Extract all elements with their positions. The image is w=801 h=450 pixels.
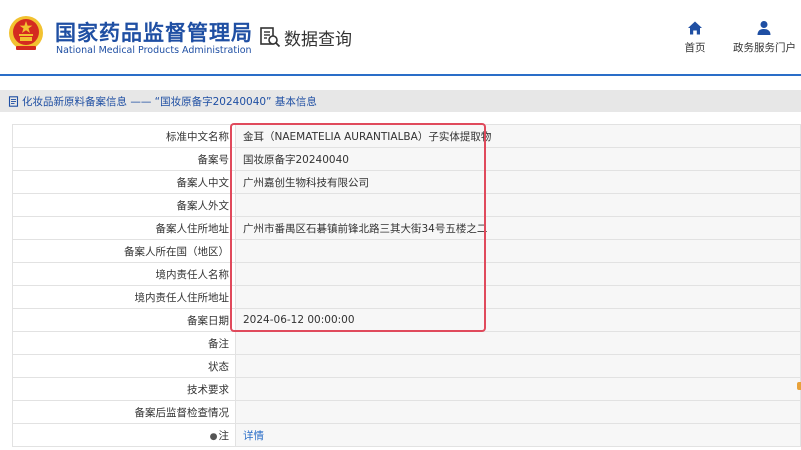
row-label: 境内责任人名称 — [12, 262, 236, 286]
page-title: 化妆品新原料备案信息 —— “国妆原备字20240040” 基本信息 — [22, 95, 317, 108]
national-emblem-icon — [9, 16, 43, 50]
document-icon — [8, 95, 19, 107]
org-name-en: National Medical Products Administration — [56, 45, 252, 56]
table-row: 标准中文名称 金耳（NAEMATELIA AURANTIALBA）子实体提取物 — [12, 124, 801, 148]
document-search-icon — [260, 27, 281, 48]
row-label: 备案人外文 — [12, 193, 236, 217]
row-value: 国妆原备字20240040 — [235, 147, 801, 171]
table-row: ●注 详情 — [12, 423, 801, 447]
row-value — [235, 193, 801, 217]
row-label: 备案号 — [12, 147, 236, 171]
note-label: 注 — [218, 429, 230, 442]
detail-table: 标准中文名称 金耳（NAEMATELIA AURANTIALBA）子实体提取物 … — [12, 124, 801, 447]
user-icon — [757, 21, 771, 35]
table-row: 备案后监督检查情况 — [12, 400, 801, 424]
table-row: 技术要求 — [12, 377, 801, 401]
table-row: 备案人住所地址 广州市番禺区石碁镇前锋北路三其大街34号五楼之二 — [12, 216, 801, 240]
row-value — [235, 377, 801, 401]
row-label: 备案人住所地址 — [12, 216, 236, 240]
row-label-note: ●注 — [12, 423, 236, 447]
table-row: 备案人中文 广州嘉创生物科技有限公司 — [12, 170, 801, 194]
row-value: 2024-06-12 00:00:00 — [235, 308, 801, 332]
table-row: 境内责任人名称 — [12, 262, 801, 286]
nav-service-portal-label: 政务服务门户 — [733, 42, 796, 54]
nav-service-portal[interactable]: 政务服务门户 — [733, 20, 796, 55]
page-title-bar: 化妆品新原料备案信息 —— “国妆原备字20240040” 基本信息 — [0, 90, 801, 112]
site-header: 国家药品监督管理局 National Medical Products Admi… — [0, 0, 801, 74]
row-value: 金耳（NAEMATELIA AURANTIALBA）子实体提取物 — [235, 124, 801, 148]
table-row: 境内责任人住所地址 — [12, 285, 801, 309]
row-value — [235, 285, 801, 309]
table-row: 状态 — [12, 354, 801, 378]
nav-home[interactable]: 首页 — [680, 20, 710, 55]
scroll-indicator — [797, 382, 801, 390]
table-row: 备案人外文 — [12, 193, 801, 217]
row-value — [235, 354, 801, 378]
row-value — [235, 239, 801, 263]
org-name-cn: 国家药品监督管理局 — [55, 21, 253, 45]
row-label: 标准中文名称 — [12, 124, 236, 148]
data-query-label: 数据查询 — [284, 29, 352, 50]
table-row: 备注 — [12, 331, 801, 355]
row-label: 备注 — [12, 331, 236, 355]
row-label: 备案日期 — [12, 308, 236, 332]
pin-icon: ● — [209, 431, 218, 442]
row-value — [235, 400, 801, 424]
row-value: 广州嘉创生物科技有限公司 — [235, 170, 801, 194]
table-row: 备案日期 2024-06-12 00:00:00 — [12, 308, 801, 332]
row-value — [235, 262, 801, 286]
table-row: 备案号 国妆原备字20240040 — [12, 147, 801, 171]
row-label: 状态 — [12, 354, 236, 378]
row-label: 境内责任人住所地址 — [12, 285, 236, 309]
row-label: 备案人中文 — [12, 170, 236, 194]
row-label: 备案人所在国（地区） — [12, 239, 236, 263]
header-divider — [0, 74, 801, 76]
home-icon — [688, 21, 702, 35]
row-value — [235, 331, 801, 355]
row-value: 广州市番禺区石碁镇前锋北路三其大街34号五楼之二 — [235, 216, 801, 240]
row-label: 备案后监督检查情况 — [12, 400, 236, 424]
data-query-section[interactable]: 数据查询 — [259, 25, 352, 50]
row-label: 技术要求 — [12, 377, 236, 401]
details-link[interactable]: 详情 — [235, 423, 801, 447]
nav-home-label: 首页 — [684, 42, 706, 54]
table-row: 备案人所在国（地区） — [12, 239, 801, 263]
